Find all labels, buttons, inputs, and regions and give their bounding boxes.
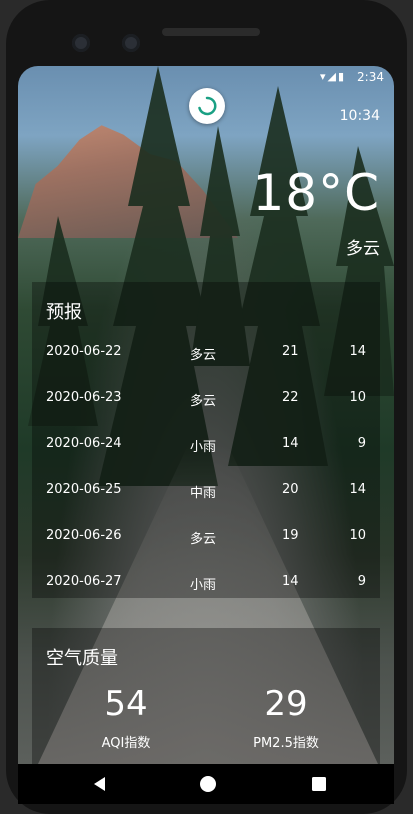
recents-icon[interactable] — [309, 774, 329, 794]
forecast-title: 预报 — [46, 302, 82, 323]
forecast-date: 2020-06-25 — [46, 482, 122, 497]
forecast-date: 2020-06-22 — [46, 344, 122, 359]
forecast-date: 2020-06-23 — [46, 390, 122, 405]
forecast-max: 19 — [282, 528, 299, 543]
forecast-min: 9 — [357, 574, 366, 589]
current-condition: 多云 — [346, 239, 380, 259]
pm25-label: PM2.5指数 — [253, 736, 319, 751]
forecast-date: 2020-06-27 — [46, 574, 122, 589]
forecast-condition: 多云 — [190, 348, 217, 363]
status-bar: ▾◢▮ 2:34 — [18, 66, 394, 88]
front-sensor — [122, 34, 140, 52]
back-icon[interactable] — [90, 774, 110, 794]
forecast-row: 2020-06-24 小雨 14 9 — [32, 428, 380, 458]
forecast-row: 2020-06-23 多云 22 10 — [32, 382, 380, 412]
current-temperature: 18°C — [252, 164, 380, 222]
refresh-spinner[interactable] — [189, 88, 225, 124]
forecast-condition: 小雨 — [190, 578, 217, 593]
forecast-condition: 中雨 — [190, 486, 217, 501]
signal-icon: ◢ — [327, 70, 338, 83]
pm25-value: 29 — [264, 684, 308, 724]
forecast-condition: 小雨 — [190, 440, 217, 455]
forecast-date: 2020-06-26 — [46, 528, 122, 543]
front-camera — [72, 34, 90, 52]
air-quality-title: 空气质量 — [46, 648, 118, 669]
aqi-value: 54 — [104, 684, 148, 724]
forecast-condition: 多云 — [190, 394, 217, 409]
forecast-max: 20 — [282, 482, 299, 497]
forecast-row: 2020-06-26 多云 19 10 — [32, 520, 380, 550]
status-icons: ▾◢▮ — [320, 70, 346, 83]
navigation-bar — [18, 764, 394, 804]
forecast-row: 2020-06-22 多云 21 14 — [32, 336, 380, 366]
forecast-max: 22 — [282, 390, 299, 405]
battery-icon: ▮ — [337, 70, 346, 83]
forecast-min: 10 — [349, 528, 366, 543]
forecast-min: 10 — [349, 390, 366, 405]
forecast-condition: 多云 — [190, 532, 217, 547]
aqi-label: AQI指数 — [101, 736, 151, 751]
forecast-max: 21 — [282, 344, 299, 359]
forecast-row: 2020-06-27 小雨 14 9 — [32, 566, 380, 596]
forecast-max: 14 — [282, 436, 299, 451]
weather-screen: ▾◢▮ 2:34 10:34 18°C 多云 预报 2020-06-22 多云 … — [18, 66, 394, 764]
forecast-panel: 预报 2020-06-22 多云 21 14 2020-06-23 多云 22 … — [32, 282, 380, 598]
earpiece-speaker — [162, 28, 260, 36]
home-icon[interactable] — [198, 774, 218, 794]
forecast-max: 14 — [282, 574, 299, 589]
forecast-row: 2020-06-25 中雨 20 14 — [32, 474, 380, 504]
forecast-min: 9 — [357, 436, 366, 451]
update-time: 10:34 — [339, 108, 380, 124]
forecast-date: 2020-06-24 — [46, 436, 122, 451]
loading-icon — [198, 96, 217, 116]
forecast-min: 14 — [349, 344, 366, 359]
background-mountain — [18, 125, 238, 238]
status-time: 2:34 — [357, 70, 384, 84]
forecast-min: 14 — [349, 482, 366, 497]
air-quality-panel: 空气质量 54 AQI指数 29 PM2.5指数 — [32, 628, 380, 764]
